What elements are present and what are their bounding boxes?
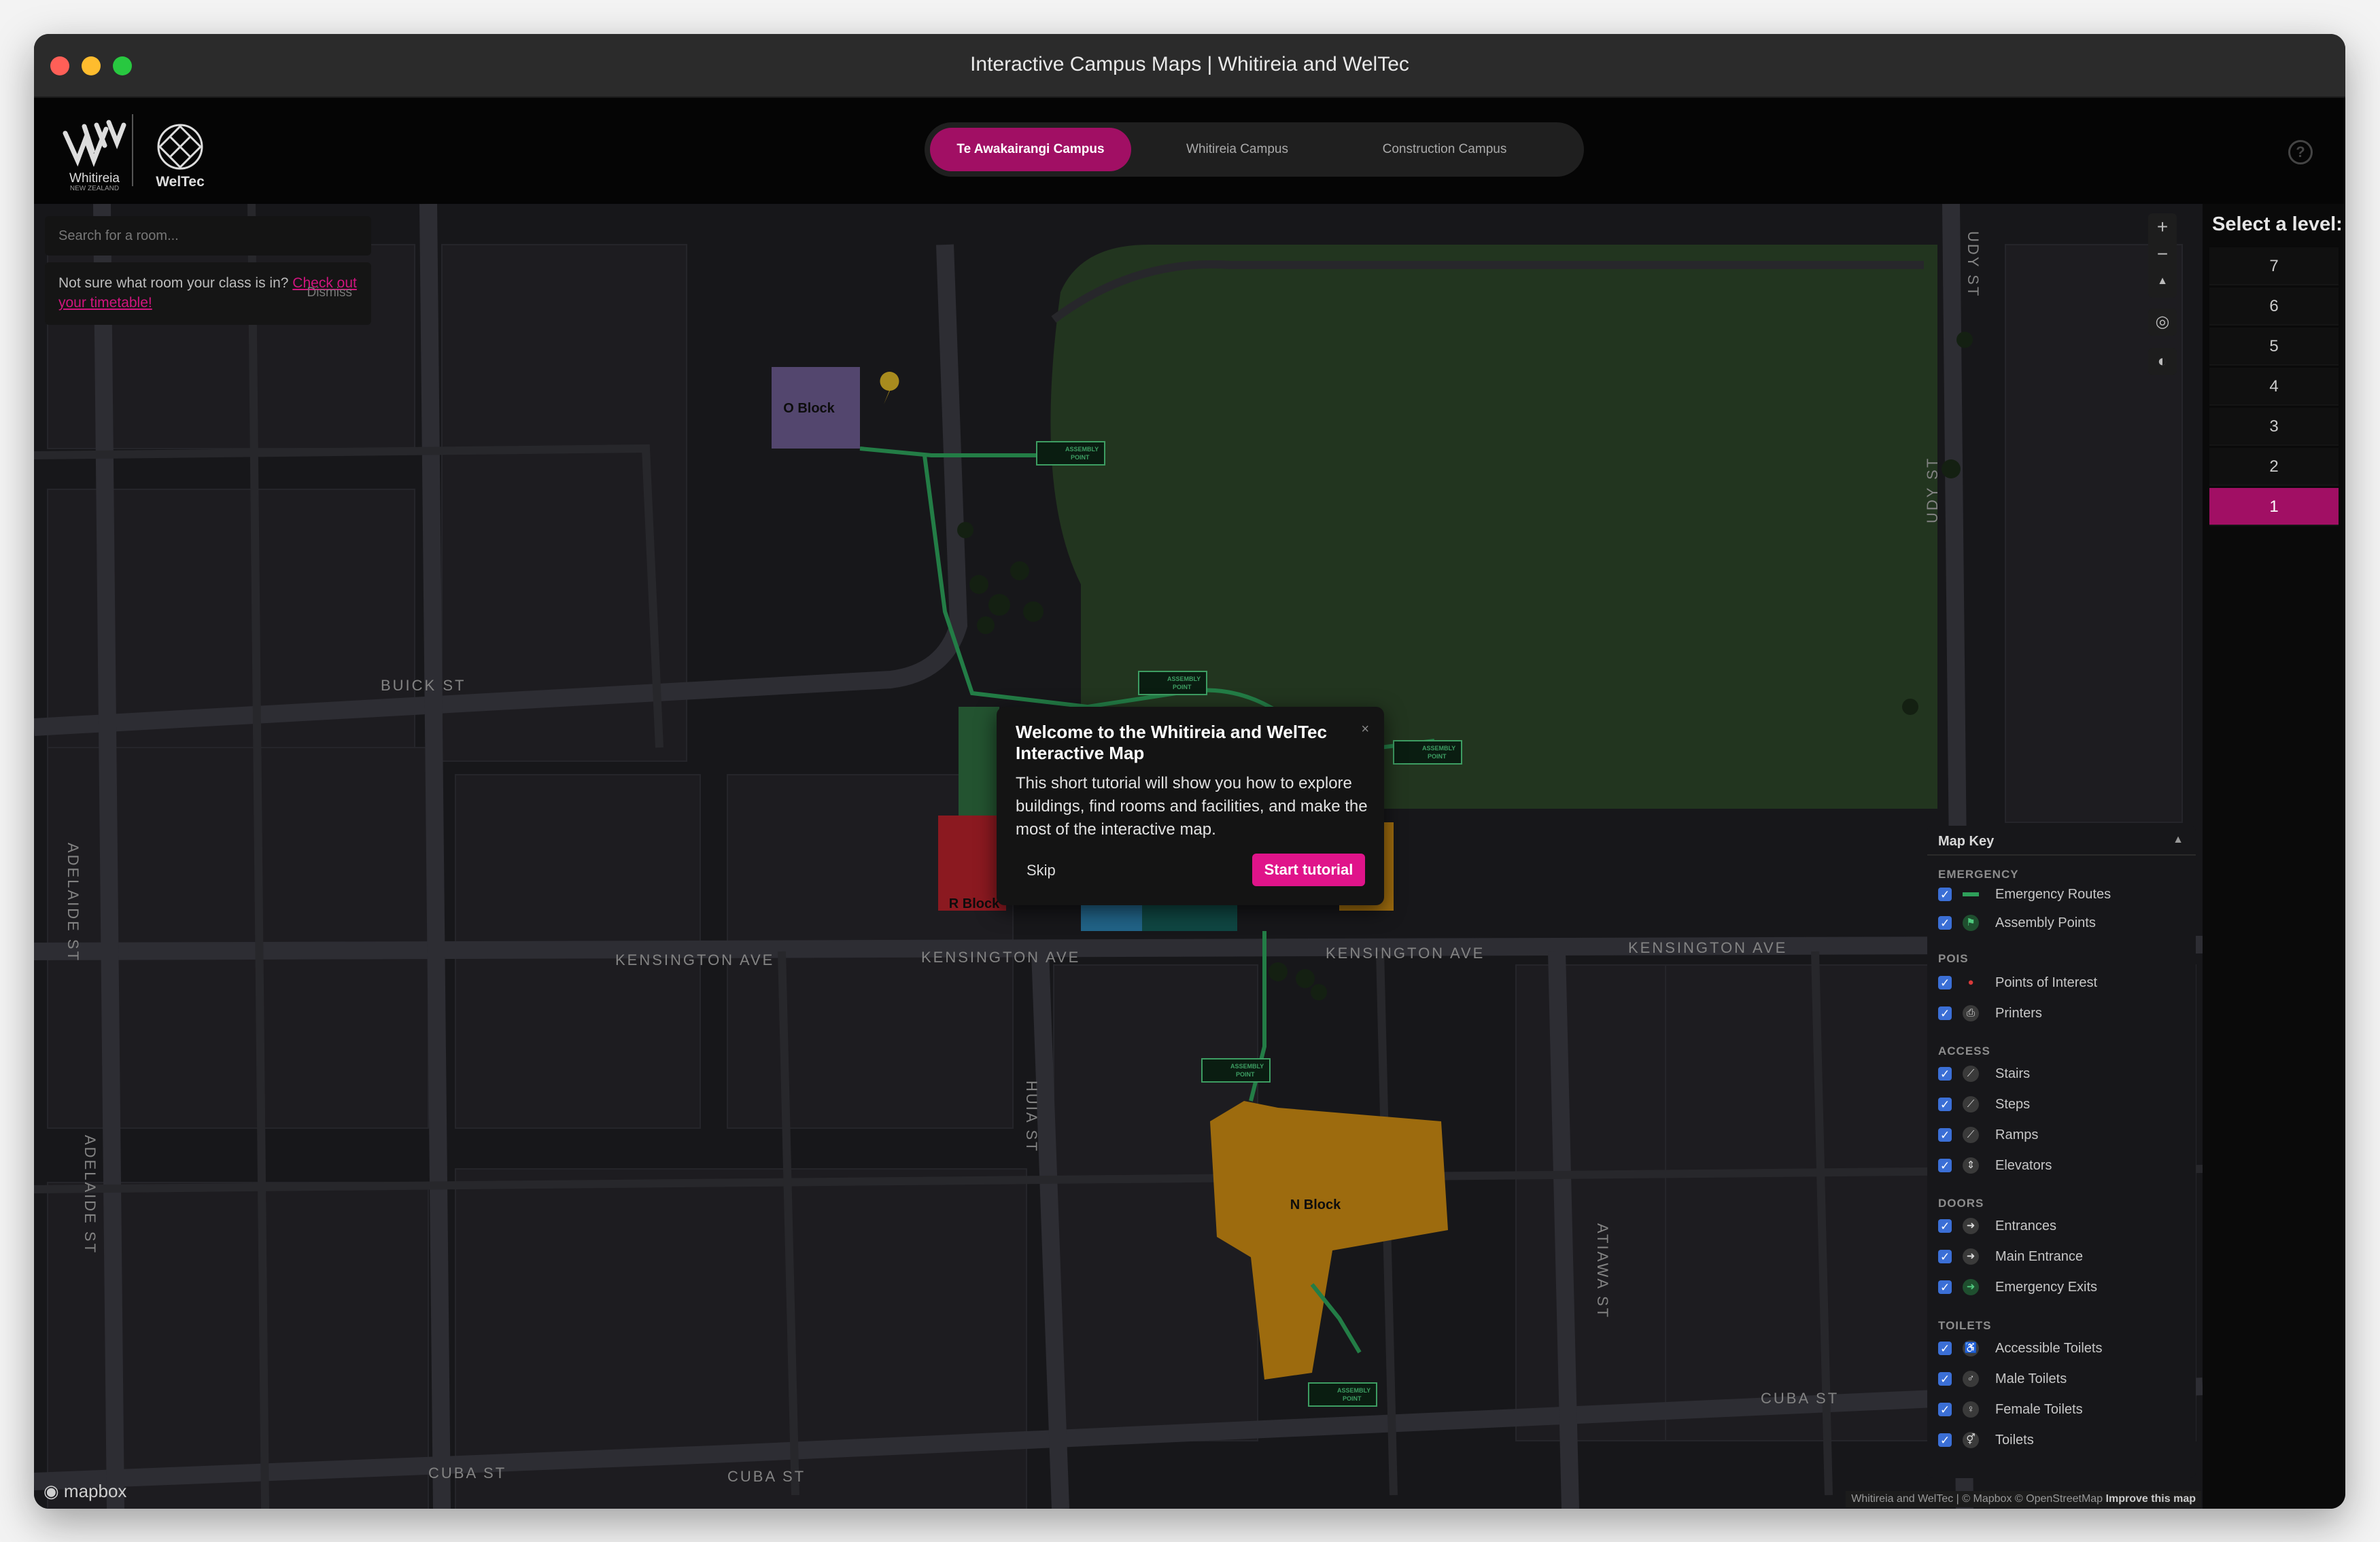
tip-text: Not sure what room your class is in? — [58, 275, 293, 291]
route-line-icon — [1963, 892, 1979, 896]
level-3-button[interactable]: 3 — [2209, 408, 2339, 446]
ramp-icon: ⟋ — [1963, 1127, 1979, 1143]
checkbox[interactable] — [1938, 1429, 1952, 1452]
emergency-exit-icon: ➜ — [1963, 1279, 1979, 1295]
male-toilet-icon: ♂ — [1963, 1371, 1979, 1387]
steps-icon: ⟋ — [1963, 1096, 1979, 1112]
level-selector-title: Select a level: — [2212, 213, 2343, 235]
female-toilet-icon: ♀ — [1963, 1401, 1979, 1418]
map-pin-icon: ● — [1967, 977, 1974, 988]
map-key-title: Map Key — [1938, 834, 1995, 849]
level-1-button[interactable]: 1 — [2209, 488, 2339, 526]
checkbox[interactable] — [1938, 1246, 1952, 1269]
level-6-button[interactable]: 6 — [2209, 287, 2339, 326]
level-4-button[interactable]: 4 — [2209, 368, 2339, 406]
app-header: Whitireia NEW ZEALAND WelTec Te Awakaira… — [34, 98, 2345, 204]
checkbox[interactable] — [1938, 883, 1952, 907]
help-button[interactable]: ? — [2288, 140, 2313, 164]
checkbox[interactable] — [1938, 1002, 1952, 1026]
collapse-icon[interactable]: ▲ — [2173, 834, 2184, 846]
mapbox-logo[interactable]: ◉ mapbox — [44, 1481, 126, 1502]
modal-close-button[interactable]: × — [1361, 722, 1369, 737]
level-selector: Select a level: 7 6 5 4 3 2 1 — [2203, 204, 2345, 1509]
entrance-icon: ➜ — [1963, 1218, 1979, 1234]
checkbox[interactable] — [1938, 1124, 1952, 1147]
accessible-toilet-icon: ♿ — [1963, 1340, 1979, 1356]
checkbox[interactable] — [1938, 912, 1952, 935]
checkbox[interactable] — [1938, 1155, 1952, 1178]
zoom-in-button[interactable]: + — [2148, 213, 2177, 241]
legend-section-toilets: TOILETS — [1938, 1319, 1992, 1332]
theme-toggle-button[interactable]: ◐ — [2148, 348, 2177, 375]
assembly-point-icon: ⚑ — [1963, 915, 1979, 931]
modal-title: Welcome to the Whitireia and WelTec Inte… — [1016, 722, 1327, 763]
improve-map-link[interactable]: Improve this map — [2106, 1493, 2196, 1505]
checkbox[interactable] — [1938, 1399, 1952, 1422]
legend-section-emergency: EMERGENCY — [1938, 868, 2019, 881]
locate-button[interactable]: ◎ — [2148, 309, 2177, 336]
tab-te-awakairangi-campus[interactable]: Te Awakairangi Campus — [930, 128, 1131, 171]
modal-body: This short tutorial will show you how to… — [1016, 774, 1368, 839]
main-entrance-icon: ➜ — [1963, 1248, 1979, 1265]
welcome-modal: Welcome to the Whitireia and WelTec Inte… — [997, 707, 1384, 905]
window-title: Interactive Campus Maps | Whitireia and … — [970, 53, 1409, 75]
legend-section-access: ACCESS — [1938, 1045, 1990, 1057]
mapbox-icon: ◉ — [44, 1481, 59, 1501]
stairs-icon: ⟋ — [1963, 1066, 1979, 1082]
checkbox[interactable] — [1938, 1063, 1952, 1086]
zoom-controls: + − ▲ — [2148, 213, 2177, 298]
compass-button[interactable]: ▲ — [2148, 268, 2177, 295]
checkbox[interactable] — [1938, 1337, 1952, 1361]
timetable-tip: Not sure what room your class is in? Che… — [45, 262, 371, 325]
whitireia-logo-subtext: NEW ZEALAND — [69, 185, 120, 192]
map-key-header[interactable]: Map Key ▲ — [1927, 826, 2196, 856]
checkbox[interactable] — [1938, 1276, 1952, 1299]
campus-tabs: Te Awakairangi Campus Whitireia Campus C… — [925, 122, 1584, 177]
checkbox[interactable] — [1938, 1093, 1952, 1117]
legend-section-doors: DOORS — [1938, 1197, 1984, 1210]
campus-map[interactable]: O Block R Block N Block ASSEMB — [34, 204, 2203, 1509]
level-7-button[interactable]: 7 — [2209, 247, 2339, 285]
room-search-input[interactable]: Search for a room... — [45, 216, 371, 256]
checkbox[interactable] — [1938, 1215, 1952, 1238]
zoom-out-button[interactable]: − — [2148, 241, 2177, 268]
elevator-icon: ⇕ — [1963, 1157, 1979, 1174]
map-attribution: Whitireia and WelTec | © Mapbox © OpenSt… — [1846, 1491, 2201, 1507]
logo-divider — [132, 114, 133, 186]
browser-window: Interactive Campus Maps | Whitireia and … — [34, 34, 2345, 1509]
weltec-logo-text: WelTec — [156, 174, 205, 190]
checkbox[interactable] — [1938, 1368, 1952, 1391]
toilet-icon: ⚥ — [1963, 1432, 1979, 1448]
tab-construction-campus[interactable]: Construction Campus — [1343, 128, 1547, 171]
printer-icon: ⎙ — [1963, 1005, 1979, 1021]
dismiss-tip-button[interactable]: Dismiss — [307, 283, 353, 302]
legend-section-pois: POIS — [1938, 952, 1969, 965]
whitireia-logo-text: Whitireia — [69, 171, 120, 186]
level-5-button[interactable]: 5 — [2209, 328, 2339, 366]
skip-tutorial-button[interactable]: Skip — [1027, 862, 1056, 879]
start-tutorial-button[interactable]: Start tutorial — [1252, 854, 1365, 886]
level-2-button[interactable]: 2 — [2209, 448, 2339, 486]
tab-whitireia-campus[interactable]: Whitireia Campus — [1135, 128, 1339, 171]
map-key-panel: Map Key ▲ EMERGENCY Emergency Routes ⚑As… — [1927, 826, 2196, 1478]
title-bar: Interactive Campus Maps | Whitireia and … — [34, 34, 2345, 98]
checkbox[interactable] — [1938, 972, 1952, 995]
